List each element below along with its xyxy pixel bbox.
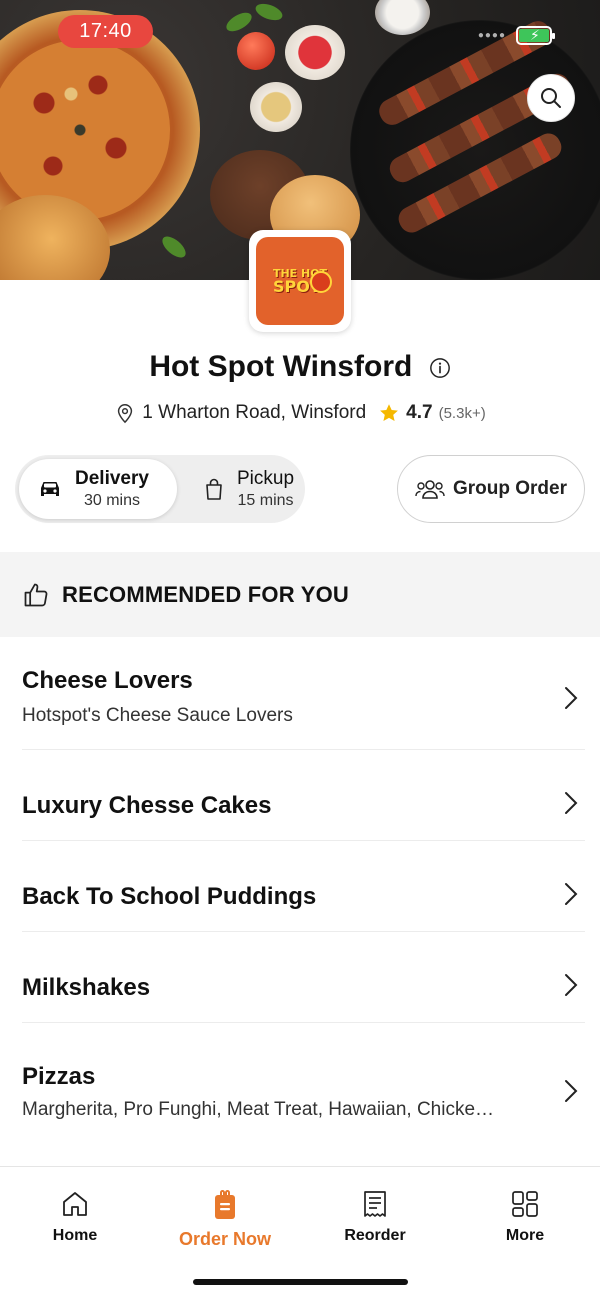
pickup-label: Pickup [237, 468, 295, 489]
menu-item-title: Cheese Lovers [22, 667, 193, 694]
location-pin-icon [118, 404, 133, 424]
order-bag-icon [215, 1190, 235, 1219]
info-icon[interactable] [429, 357, 451, 379]
store-title: Hot Spot Winsford [0, 350, 600, 384]
menu-item-title: Pizzas [22, 1063, 96, 1090]
tab-label: Home [52, 1227, 98, 1244]
receipt-icon [364, 1191, 386, 1217]
menu-category-item[interactable]: Cheese Lovers Hotspot's Cheese Sauce Lov… [0, 637, 600, 750]
hero-leaf-image [223, 8, 255, 36]
hero-leaf-image [253, 0, 285, 24]
home-indicator[interactable] [193, 1279, 408, 1285]
hero-leaf-image [158, 232, 190, 262]
hero-sauce-bowl-image [285, 25, 345, 80]
pickup-option[interactable]: Pickup 15 mins [183, 459, 301, 519]
chevron-right-icon [565, 792, 578, 814]
pickup-time: 15 mins [237, 492, 294, 509]
chevron-right-icon [565, 974, 578, 996]
tab-more[interactable]: More [450, 1189, 600, 1245]
store-logo-badge: THE HOT SPOT [256, 237, 344, 325]
group-order-label: Group Order [452, 478, 567, 499]
hero-tomato-image [237, 32, 275, 70]
section-title: RECOMMENDED FOR YOU [62, 581, 349, 607]
menu-category-item[interactable]: Milkshakes [0, 932, 600, 1023]
store-name: Hot Spot Winsford [149, 350, 413, 383]
chevron-right-icon [565, 883, 578, 905]
home-icon [63, 1192, 87, 1216]
menu-category-item[interactable]: Pizzas Margherita, Pro Funghi, Meat Trea… [0, 1023, 600, 1123]
tab-order-now[interactable]: Order Now [150, 1189, 300, 1250]
signal-dots-icon: ●●●● [477, 30, 506, 41]
store-address: 1 Wharton Road, Winsford [142, 402, 367, 423]
menu-category-item[interactable]: Luxury Chesse Cakes [0, 750, 600, 841]
search-button[interactable] [527, 74, 575, 122]
group-order-button[interactable]: Group Order [397, 455, 585, 523]
section-header: RECOMMENDED FOR YOU [0, 552, 600, 637]
shopping-bag-icon [206, 478, 222, 500]
delivery-time: 30 mins [83, 492, 140, 509]
menu-item-title: Milkshakes [22, 974, 151, 1001]
order-mode-toggle: Delivery 30 mins Pickup 15 mins [15, 455, 305, 523]
tab-label: Order Now [178, 1229, 271, 1249]
status-time: 17:40 [58, 15, 153, 48]
store-logo: THE HOT SPOT [249, 230, 351, 332]
search-icon [541, 88, 561, 108]
delivery-label: Delivery [75, 468, 149, 489]
battery-charging-icon: ⚡ [516, 26, 555, 45]
delivery-option[interactable]: Delivery 30 mins [19, 459, 177, 519]
car-icon [41, 482, 59, 496]
review-count: (5.3k+) [438, 404, 486, 422]
tab-home[interactable]: Home [0, 1189, 150, 1245]
menu-item-title: Luxury Chesse Cakes [22, 792, 272, 819]
menu-item-subtitle: Margherita, Pro Funghi, Meat Treat, Hawa… [22, 1099, 495, 1120]
hero-salt-bowl-image [375, 0, 430, 35]
tab-reorder[interactable]: Reorder [300, 1189, 450, 1245]
grid-icon [512, 1191, 538, 1217]
hero-sauce-bowl-image [250, 82, 302, 132]
store-rating: 4.7 [406, 402, 433, 423]
menu-item-subtitle: Hotspot's Cheese Sauce Lovers [22, 705, 293, 726]
store-address-row: 1 Wharton Road, Winsford 4.7 (5.3k+) [0, 402, 600, 424]
thumbs-up-icon [24, 583, 48, 606]
menu-category-item[interactable]: Back To School Puddings [0, 841, 600, 932]
tab-label: More [505, 1227, 545, 1244]
star-icon [380, 404, 399, 421]
flame-icon [310, 271, 332, 293]
status-icons: ●●●● ⚡ [477, 26, 555, 45]
group-people-icon [415, 480, 445, 499]
chevron-right-icon [565, 1080, 578, 1102]
tab-label: Reorder [344, 1227, 406, 1244]
chevron-right-icon [565, 687, 578, 709]
menu-item-title: Back To School Puddings [22, 883, 317, 910]
